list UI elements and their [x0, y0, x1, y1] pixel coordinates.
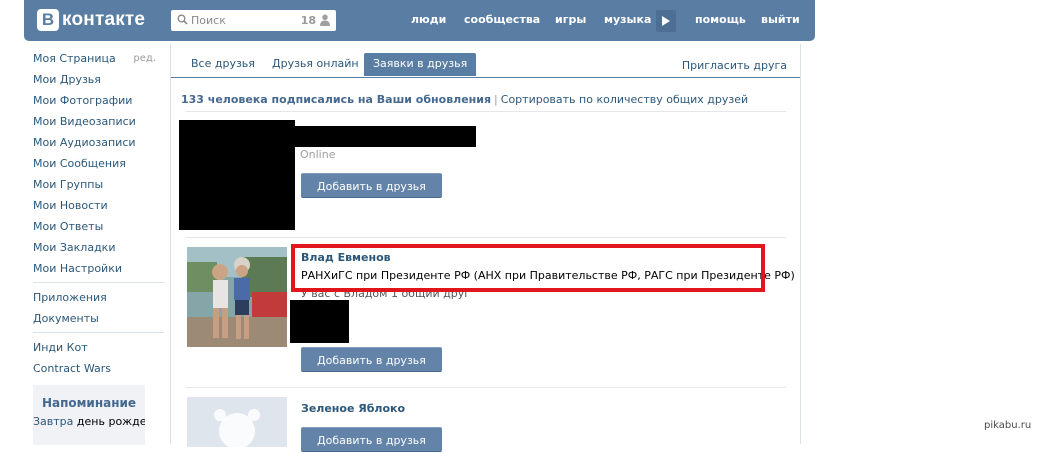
- search-friends-count: 18: [300, 14, 316, 27]
- nav-games[interactable]: игры: [555, 13, 586, 26]
- row-divider: [186, 111, 786, 112]
- user-name-link[interactable]: Зеленое Яблоко: [301, 402, 405, 415]
- search-input[interactable]: [191, 12, 301, 29]
- sort-by-mutual-link[interactable]: Сортировать по количеству общих друзей: [501, 93, 748, 106]
- edit-link[interactable]: ред.: [133, 48, 156, 69]
- sidebar-item-videos[interactable]: Мои Видеозаписи: [33, 111, 168, 132]
- separator: |: [494, 93, 498, 106]
- left-sidebar: Моя Страница ред. Мои Друзья Мои Фотогра…: [33, 48, 168, 379]
- reminder-title: Напоминание: [41, 396, 137, 410]
- nav-logout[interactable]: выйти: [761, 13, 800, 26]
- sidebar-item-contract-wars[interactable]: Contract Wars: [33, 358, 168, 379]
- play-icon: [662, 16, 670, 26]
- friends-tabs: Все друзья Друзья онлайн Заявки в друзья…: [171, 44, 800, 78]
- birthday-reminder: Напоминание Завтра день рождения Кристин…: [33, 385, 145, 445]
- nav-music[interactable]: музыка: [604, 13, 651, 26]
- sidebar-item-settings[interactable]: Мои Настройки: [33, 258, 168, 279]
- sidebar-item-my-page[interactable]: Моя Страница ред.: [33, 48, 168, 69]
- sidebar-item-audio[interactable]: Мои Аудиозаписи: [33, 132, 168, 153]
- top-header: B контакте 18 люди сообщества игры музык…: [24, 0, 815, 41]
- tab-all-friends[interactable]: Все друзья: [182, 53, 264, 76]
- play-button[interactable]: [656, 10, 676, 32]
- search-box[interactable]: 18: [171, 10, 336, 31]
- sidebar-item-news[interactable]: Мои Новости: [33, 195, 168, 216]
- add-friend-button[interactable]: Добавить в друзья: [301, 173, 442, 198]
- invite-friend-link[interactable]: Пригласить друга: [682, 59, 787, 72]
- sidebar-item-groups[interactable]: Мои Группы: [33, 174, 168, 195]
- logo-letter: B: [37, 9, 59, 31]
- vk-logo[interactable]: B контакте: [37, 8, 145, 32]
- add-friend-button[interactable]: Добавить в друзья: [301, 347, 442, 372]
- person-icon: [320, 14, 330, 29]
- search-icon: [177, 14, 188, 28]
- main-content: Все друзья Друзья онлайн Заявки в друзья…: [170, 44, 801, 452]
- sidebar-item-documents[interactable]: Документы: [33, 308, 168, 329]
- watermark: pikabu.ru: [984, 420, 1032, 431]
- nav-help[interactable]: помощь: [695, 13, 746, 26]
- sidebar-divider: [33, 332, 164, 333]
- user-photo[interactable]: [187, 247, 287, 347]
- camera-placeholder-icon: [214, 409, 260, 447]
- sidebar-item-label: Моя Страница: [33, 52, 116, 65]
- reminder-rest: день рождения Кристины: [76, 415, 145, 428]
- default-avatar[interactable]: [187, 397, 287, 447]
- row-divider: [186, 387, 786, 388]
- online-status: Online: [300, 148, 336, 161]
- sidebar-item-apps[interactable]: Приложения: [33, 287, 168, 308]
- tab-friend-requests[interactable]: Заявки в друзья: [364, 53, 477, 76]
- logo-text: контакте: [62, 9, 146, 30]
- sidebar-item-indie-cat[interactable]: Инди Кот: [33, 337, 168, 358]
- sidebar-divider: [33, 282, 164, 283]
- sidebar-item-friends[interactable]: Мои Друзья: [33, 69, 168, 90]
- red-highlight-box: [291, 244, 765, 292]
- row-divider: [186, 237, 786, 238]
- sidebar-item-photos[interactable]: Мои Фотографии: [33, 90, 168, 111]
- add-friend-button[interactable]: Добавить в друзья: [301, 427, 442, 452]
- sidebar-item-messages[interactable]: Мои Сообщения: [33, 153, 168, 174]
- sidebar-item-answers[interactable]: Мои Ответы: [33, 216, 168, 237]
- followers-count: 133 человека подписались на Ваши обновле…: [181, 93, 492, 106]
- reminder-link[interactable]: Завтра: [33, 415, 73, 428]
- redacted-photo: [179, 120, 295, 230]
- summary-line: 133 человека подписались на Ваши обновле…: [181, 93, 748, 106]
- nav-people[interactable]: люди: [411, 13, 446, 26]
- nav-communities[interactable]: сообщества: [464, 13, 540, 26]
- redacted-block: [290, 300, 349, 343]
- sidebar-item-bookmarks[interactable]: Мои Закладки: [33, 237, 168, 258]
- reminder-text: Завтра день рождения Кристины: [33, 415, 145, 428]
- tab-friends-online[interactable]: Друзья онлайн: [263, 53, 368, 76]
- redacted-name: [291, 126, 476, 147]
